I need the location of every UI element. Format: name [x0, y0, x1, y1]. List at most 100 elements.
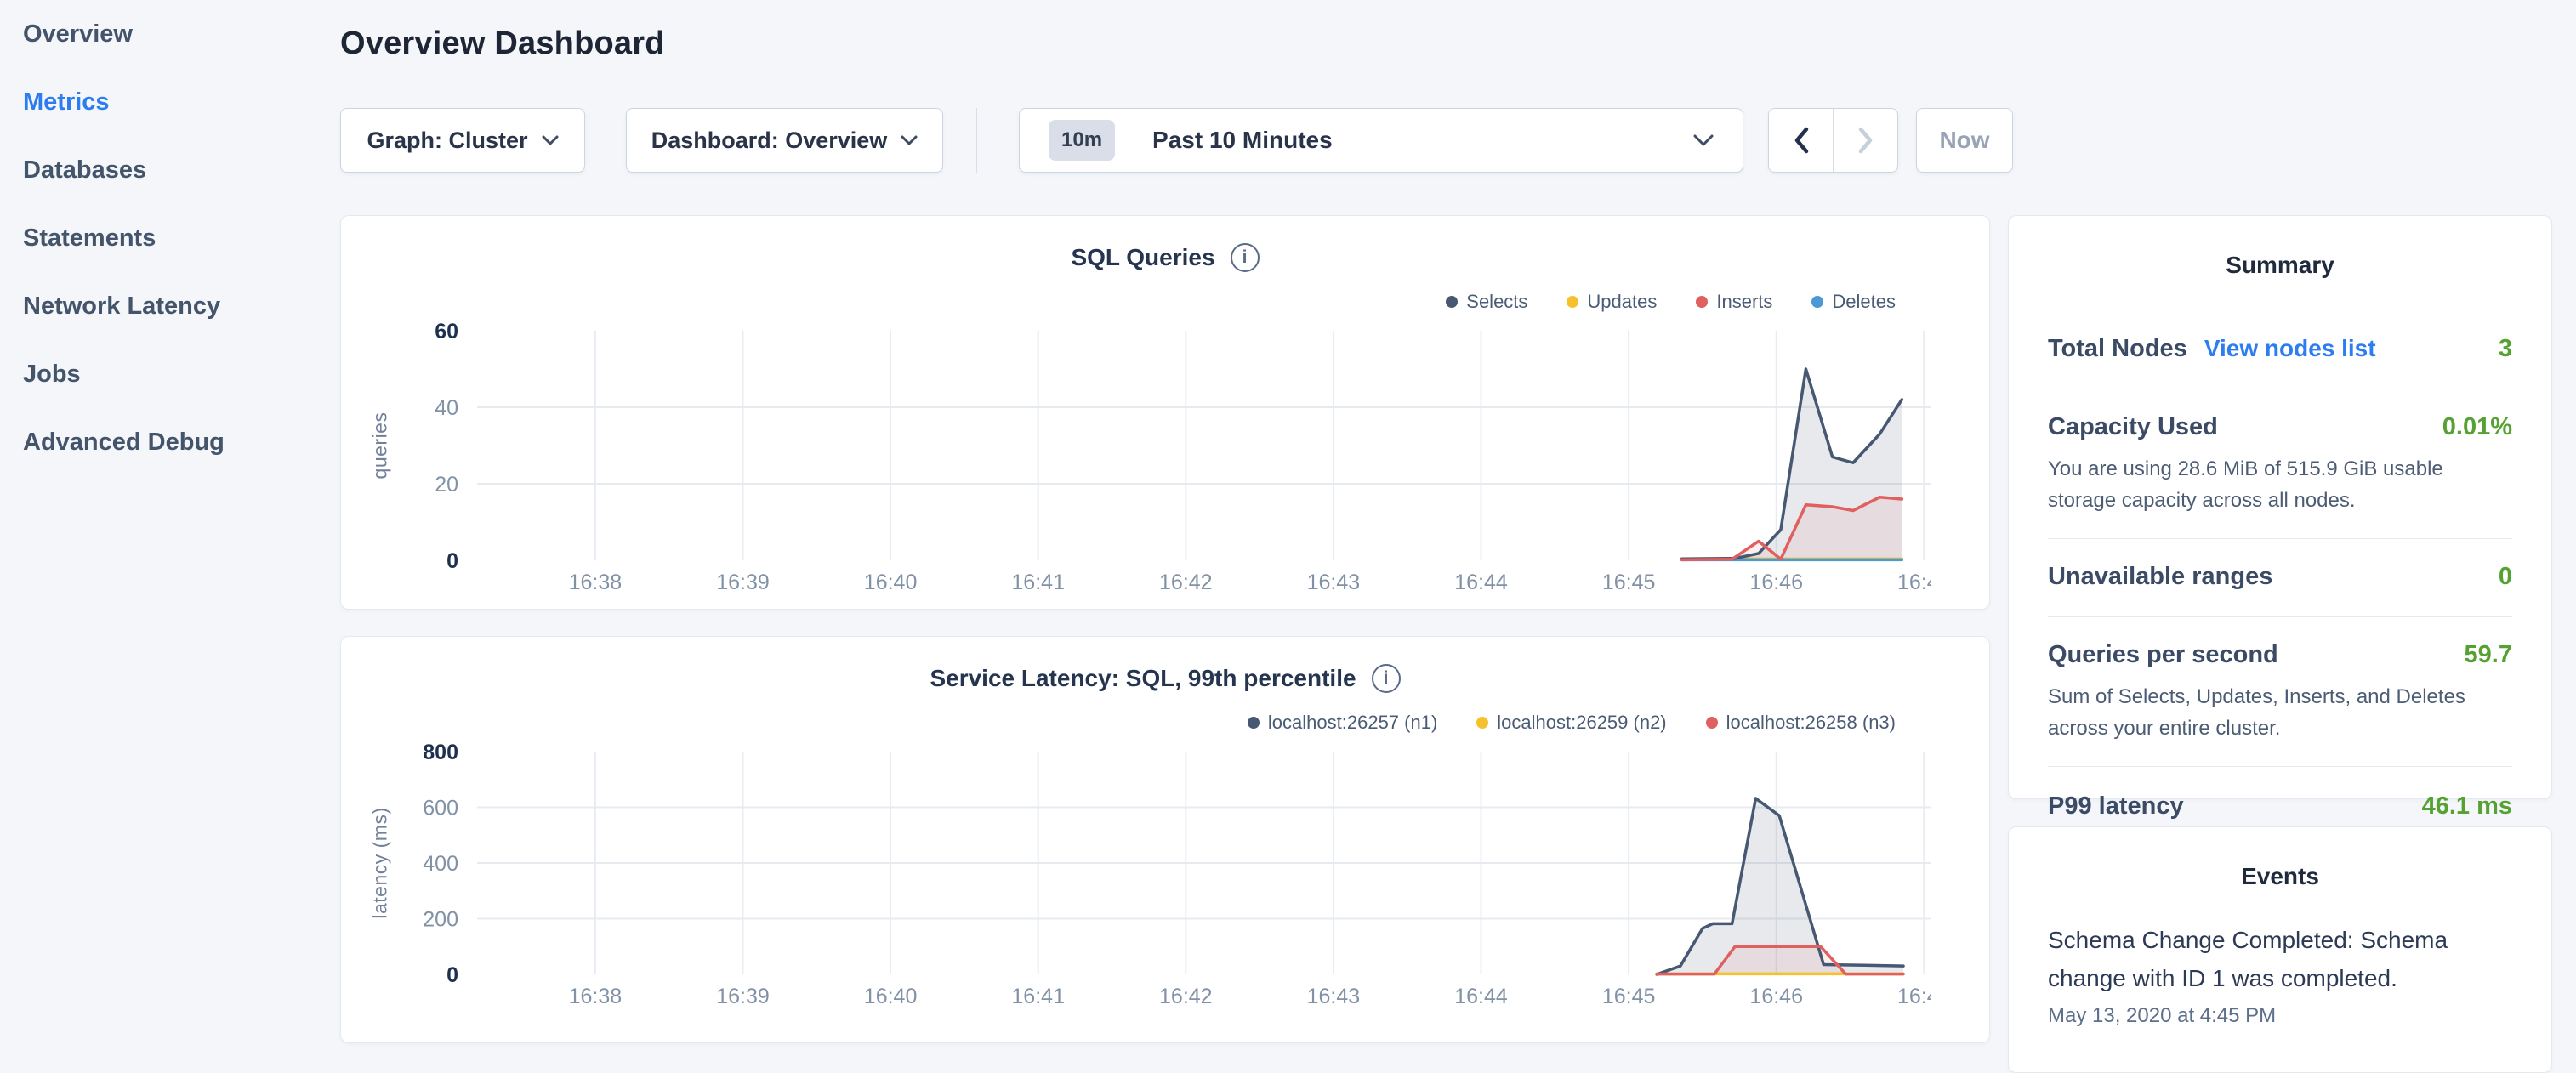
summary-row-label: Queries per second [2048, 641, 2278, 669]
summary-row-label: Capacity Used [2048, 413, 2218, 441]
time-range-dropdown[interactable]: 10m Past 10 Minutes [1019, 108, 1743, 173]
divider [2048, 538, 2512, 539]
legend-item[interactable]: localhost:26258 (n3) [1706, 712, 1896, 734]
legend-label: Selects [1466, 291, 1527, 313]
info-icon[interactable]: i [1372, 664, 1401, 693]
chart-legend-1: localhost:26257 (n1) localhost:26259 (n2)… [1248, 712, 1896, 734]
graph-selector-dropdown[interactable]: Graph: Cluster [340, 108, 585, 173]
sidebar-item-databases[interactable]: Databases [23, 136, 312, 204]
sidebar-item-statements[interactable]: Statements [23, 204, 312, 272]
svg-text:16:38: 16:38 [569, 985, 623, 1008]
svg-text:16:44: 16:44 [1454, 985, 1508, 1008]
time-range-label: Past 10 Minutes [1152, 127, 1333, 154]
time-back-button[interactable] [1769, 109, 1834, 172]
sidebar-item-overview[interactable]: Overview [23, 0, 312, 68]
sidebar-item-network-latency[interactable]: Network Latency [23, 272, 312, 340]
svg-text:16:47: 16:47 [1897, 571, 1931, 594]
info-icon[interactable]: i [1231, 243, 1260, 272]
time-step-buttons [1768, 108, 1898, 173]
legend-label: localhost:26259 (n2) [1497, 712, 1666, 734]
summary-title: Summary [2048, 252, 2512, 279]
summary-row-description: Sum of Selects, Updates, Inserts, and De… [2048, 681, 2512, 744]
svg-text:16:38: 16:38 [569, 571, 623, 594]
event-item-text: Schema Change Completed: Schema change w… [2048, 921, 2512, 997]
legend-dot-icon [1696, 296, 1708, 308]
svg-text:16:40: 16:40 [864, 985, 918, 1008]
chevron-down-icon [901, 135, 918, 145]
events-title: Events [2048, 863, 2512, 890]
chevron-right-icon [1857, 127, 1874, 154]
svg-text:200: 200 [423, 908, 458, 932]
legend-item[interactable]: Inserts [1696, 291, 1772, 313]
svg-text:16:45: 16:45 [1602, 985, 1656, 1008]
events-panel: Events Schema Change Completed: Schema c… [2008, 826, 2552, 1073]
sidebar: Overview Metrics Databases Statements Ne… [23, 0, 312, 476]
dashboard-selector-dropdown[interactable]: Dashboard: Overview [626, 108, 943, 173]
svg-text:16:41: 16:41 [1011, 571, 1065, 594]
sidebar-item-jobs[interactable]: Jobs [23, 340, 312, 408]
divider [2048, 616, 2512, 617]
legend-item[interactable]: Deletes [1811, 291, 1896, 313]
graph-selector-label: Graph: Cluster [367, 128, 527, 154]
chart-title: SQL Queries [1071, 244, 1214, 271]
legend-dot-icon [1248, 717, 1260, 729]
svg-text:600: 600 [423, 797, 458, 820]
svg-text:400: 400 [423, 852, 458, 876]
toolbar-divider [976, 108, 977, 173]
summary-panel: Summary Total Nodes View nodes list 3 Ca… [2008, 215, 2552, 799]
summary-row-p99-latency: P99 latency 46.1 ms [2048, 792, 2512, 820]
summary-row-capacity-used: Capacity Used 0.01% [2048, 413, 2512, 441]
summary-row-value: 59.7 [2465, 641, 2512, 669]
summary-row-value: 3 [2499, 335, 2512, 363]
legend-dot-icon [1567, 296, 1578, 308]
svg-text:0: 0 [446, 963, 458, 987]
chevron-down-icon [1693, 134, 1714, 146]
sidebar-item-metrics[interactable]: Metrics [23, 68, 312, 136]
svg-text:800: 800 [423, 743, 458, 764]
view-nodes-list-link[interactable]: View nodes list [2204, 335, 2376, 362]
time-range-badge: 10m [1049, 120, 1115, 161]
legend-dot-icon [1446, 296, 1458, 308]
svg-text:16:40: 16:40 [864, 571, 918, 594]
service-latency-chart-card: Service Latency: SQL, 99th percentile i … [340, 636, 1990, 1043]
legend-dot-icon [1706, 717, 1718, 729]
dashboard-selector-label: Dashboard: Overview [651, 128, 888, 154]
legend-item[interactable]: Updates [1567, 291, 1657, 313]
svg-text:0: 0 [446, 549, 458, 573]
chart-legend-0: Selects Updates Inserts Deletes [1446, 291, 1896, 313]
svg-text:40: 40 [435, 396, 458, 420]
legend-dot-icon [1476, 717, 1488, 729]
summary-row-description: You are using 28.6 MiB of 515.9 GiB usab… [2048, 453, 2512, 516]
svg-text:16:45: 16:45 [1602, 571, 1656, 594]
legend-label: Inserts [1716, 291, 1772, 313]
legend-item[interactable]: Selects [1446, 291, 1527, 313]
summary-row-queries-per-second: Queries per second 59.7 [2048, 641, 2512, 669]
legend-label: localhost:26258 (n3) [1726, 712, 1896, 734]
divider [2048, 766, 2512, 767]
svg-text:20: 20 [435, 473, 458, 497]
svg-text:60: 60 [435, 322, 458, 343]
summary-row-value: 0.01% [2442, 413, 2512, 441]
svg-text:16:43: 16:43 [1307, 985, 1361, 1008]
summary-row-label: Total Nodes [2048, 335, 2187, 363]
sidebar-item-advanced-debug[interactable]: Advanced Debug [23, 408, 312, 476]
summary-row-total-nodes: Total Nodes View nodes list 3 [2048, 335, 2512, 363]
summary-row-value: 0 [2499, 563, 2512, 591]
legend-item[interactable]: localhost:26259 (n2) [1476, 712, 1666, 734]
legend-item[interactable]: localhost:26257 (n1) [1248, 712, 1437, 734]
summary-row-unavailable-ranges: Unavailable ranges 0 [2048, 563, 2512, 591]
summary-row-value: 46.1 ms [2422, 792, 2512, 820]
time-forward-button[interactable] [1834, 109, 1897, 172]
svg-text:16:39: 16:39 [716, 985, 770, 1008]
legend-label: Deletes [1832, 291, 1896, 313]
chevron-down-icon [542, 135, 559, 145]
sql-queries-chart-card: SQL Queries i Selects Updates Inserts Delet… [340, 215, 1990, 610]
now-button[interactable]: Now [1916, 108, 2013, 173]
legend-dot-icon [1811, 296, 1823, 308]
svg-text:16:44: 16:44 [1454, 571, 1508, 594]
chart-plot-1[interactable]: 16:3816:3916:4016:4116:4216:4316:4416:45… [341, 743, 1931, 1025]
svg-text:16:41: 16:41 [1011, 985, 1065, 1008]
svg-text:16:46: 16:46 [1749, 985, 1803, 1008]
chart-plot-0[interactable]: 16:3816:3916:4016:4116:4216:4316:4416:45… [341, 322, 1931, 611]
event-item-date: May 13, 2020 at 4:45 PM [2048, 1004, 2512, 1028]
